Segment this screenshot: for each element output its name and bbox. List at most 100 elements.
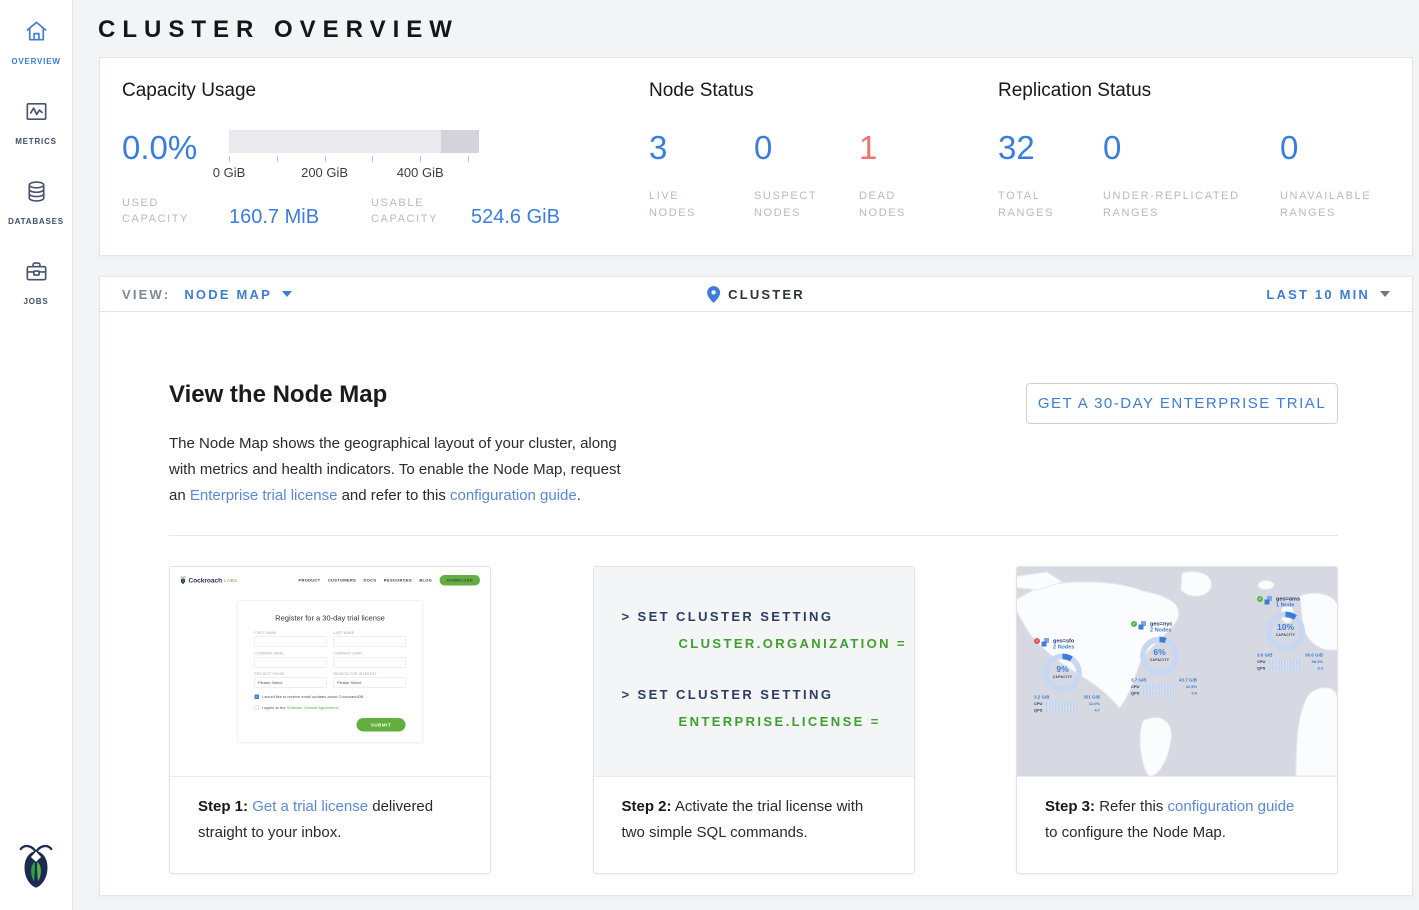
step3-text: Refer this	[1099, 798, 1167, 815]
used-capacity: 3.7 GiB	[1131, 678, 1147, 683]
unavailable-ranges-value: 0	[1280, 130, 1390, 166]
configuration-guide-link[interactable]: configuration guide	[450, 487, 577, 504]
description-text: and refer to this	[337, 487, 450, 504]
qps-label: QPS	[1131, 691, 1143, 696]
mini-form-title: Register for a 30-day trial license	[255, 614, 406, 623]
usable-capacity-label: USABLE CAPACITY	[371, 195, 471, 227]
cluster-breadcrumb-label: CLUSTER	[728, 287, 805, 302]
divider	[169, 535, 1338, 536]
map-pin-icon	[707, 286, 720, 303]
usable-capacity-value: 524.6 GiB	[471, 207, 560, 227]
sql-command: > SET CLUSTER SETTING	[622, 609, 914, 624]
configuration-guide-link[interactable]: configuration guide	[1168, 798, 1295, 815]
mini-nav-item: PRODUCT	[298, 578, 320, 583]
sidebar: OVERVIEW METRICS DATABASES JOBS	[0, 0, 73, 910]
capacity-donut: 10% CAPACITY	[1266, 612, 1305, 651]
locality-node-count: 1 Node	[1276, 602, 1300, 609]
mini-nav-item: RESOURCES	[384, 578, 412, 583]
capacity-percent: 9%	[1043, 665, 1082, 675]
mini-nav-item: BLOG	[419, 578, 432, 583]
dead-nodes-value: 1	[859, 130, 919, 166]
qps-label: QPS	[1257, 666, 1269, 671]
step3-card: ! geo=sfo 2 Nodes 9%	[1016, 566, 1338, 874]
locality-node-count: 2 Nodes	[1150, 627, 1172, 634]
mini-nav-item: CUSTOMERS	[328, 578, 356, 583]
step1-screenshot: Cockroach LABS PRODUCT CUSTOMERS DOCS RE…	[170, 567, 490, 777]
capacity-label: CAPACITY	[1140, 659, 1179, 663]
enterprise-trial-button[interactable]: GET A 30-DAY ENTERPRISE TRIAL	[1026, 383, 1338, 424]
capacity-gauge-ticks	[229, 156, 468, 163]
mini-nav-item: DOCS	[364, 578, 377, 583]
cockroach-labs-logo	[19, 841, 53, 896]
sql-setting: CLUSTER.ORGANIZATION =	[679, 636, 914, 651]
live-nodes-value: 3	[649, 130, 754, 166]
suspect-nodes-label: SUSPECT NODES	[754, 188, 829, 222]
cpu-value: 42.5%	[1186, 685, 1197, 690]
mini-site-nav: PRODUCT CUSTOMERS DOCS RESOURCES BLOG DO…	[298, 575, 480, 586]
mini-project-phase-select: Please Select	[255, 678, 327, 689]
locality-node-count: 2 Nodes	[1053, 644, 1074, 651]
home-icon	[23, 18, 50, 50]
cpu-bar	[1269, 660, 1300, 664]
step1-prefix: Step 1:	[198, 798, 248, 815]
cpu-value: 11.0%	[1089, 702, 1100, 707]
cluster-breadcrumb: CLUSTER	[707, 286, 805, 303]
cpu-label: CPU	[1257, 660, 1269, 665]
time-range-dropdown[interactable]: LAST 10 MIN	[1266, 287, 1390, 302]
mini-trial-form: Register for a 30-day trial license FIRS…	[237, 601, 423, 744]
view-dropdown[interactable]: NODE MAP	[184, 287, 292, 302]
view-bar: VIEW: NODE MAP CLUSTER LAST 10 MIN	[99, 276, 1413, 312]
used-capacity: 3.2 GiB	[1034, 695, 1050, 700]
sidebar-item-label: JOBS	[24, 297, 49, 306]
step3-prefix: Step 3:	[1045, 798, 1095, 815]
node-map-description: The Node Map shows the geographical layo…	[169, 431, 629, 509]
total-ranges-label: TOTAL RANGES	[998, 188, 1068, 222]
mini-company-name-input	[255, 657, 327, 668]
capacity-label: CAPACITY	[1043, 676, 1082, 680]
cpu-bar	[1046, 702, 1077, 706]
step1-card: Cockroach LABS PRODUCT CUSTOMERS DOCS RE…	[169, 566, 491, 874]
step3-text: to configure the Node Map.	[1045, 824, 1226, 841]
chevron-down-icon	[1380, 291, 1390, 297]
sidebar-item-overview[interactable]: OVERVIEW	[0, 0, 72, 80]
qps-value: 0.0	[1191, 691, 1197, 696]
unavailable-ranges-label: UNAVAILABLE RANGES	[1280, 188, 1390, 222]
dead-nodes-label: DEAD NODES	[859, 188, 919, 222]
capacity-donut: 6% CAPACITY	[1140, 637, 1179, 676]
used-capacity: 3.6 GiB	[1257, 653, 1273, 658]
capacity-label: CAPACITY	[1266, 634, 1305, 638]
axis-tick-label: 200 GiB	[301, 165, 348, 180]
step2-prefix: Step 2:	[622, 798, 672, 815]
total-capacity: 43.7 GiB	[1179, 678, 1197, 683]
replication-status-group: Replication Status 32 TOTAL RANGES 0 UND…	[998, 80, 1390, 222]
mini-field-label: COMPANY EMAIL	[334, 652, 406, 656]
mini-field-label: COMPANY NAME	[255, 652, 327, 656]
page-header: CLUSTER OVERVIEW	[73, 0, 1419, 57]
mini-company-email-input	[334, 657, 406, 668]
used-capacity-value: 160.7 MiB	[229, 207, 371, 227]
nodes-icon	[1042, 638, 1051, 647]
suspect-nodes-value: 0	[754, 130, 859, 166]
used-capacity-label: USED CAPACITY	[122, 195, 229, 227]
mini-license-agreement-link: Software License Agreement.	[287, 706, 339, 711]
mini-reason-select: Please Select	[334, 678, 406, 689]
status-ok-icon: ✓	[1131, 621, 1137, 627]
get-trial-license-link[interactable]: Get a trial license	[252, 798, 368, 815]
nodes-icon	[1265, 596, 1274, 605]
capacity-gauge-bar	[229, 130, 479, 153]
mini-cockroach-logo: Cockroach LABS	[180, 576, 238, 585]
capacity-usage-group: Capacity Usage 0.0% 0 GiB 200 GiB 400 Gi…	[122, 80, 560, 227]
sidebar-item-databases[interactable]: DATABASES	[0, 160, 72, 240]
sidebar-item-label: DATABASES	[8, 217, 64, 226]
capacity-percent: 10%	[1266, 623, 1305, 633]
mini-field-label: PROJECT PHASE	[255, 673, 327, 677]
live-nodes-label: LIVE NODES	[649, 188, 719, 222]
sidebar-item-jobs[interactable]: JOBS	[0, 240, 72, 320]
total-ranges-value: 32	[998, 130, 1103, 166]
sidebar-item-metrics[interactable]: METRICS	[0, 80, 72, 160]
page-title: CLUSTER OVERVIEW	[98, 16, 1419, 44]
mini-field-label: FIRST NAME	[255, 632, 327, 636]
database-icon	[23, 178, 50, 210]
enterprise-trial-license-link[interactable]: Enterprise trial license	[190, 487, 338, 504]
cpu-label: CPU	[1131, 685, 1143, 690]
